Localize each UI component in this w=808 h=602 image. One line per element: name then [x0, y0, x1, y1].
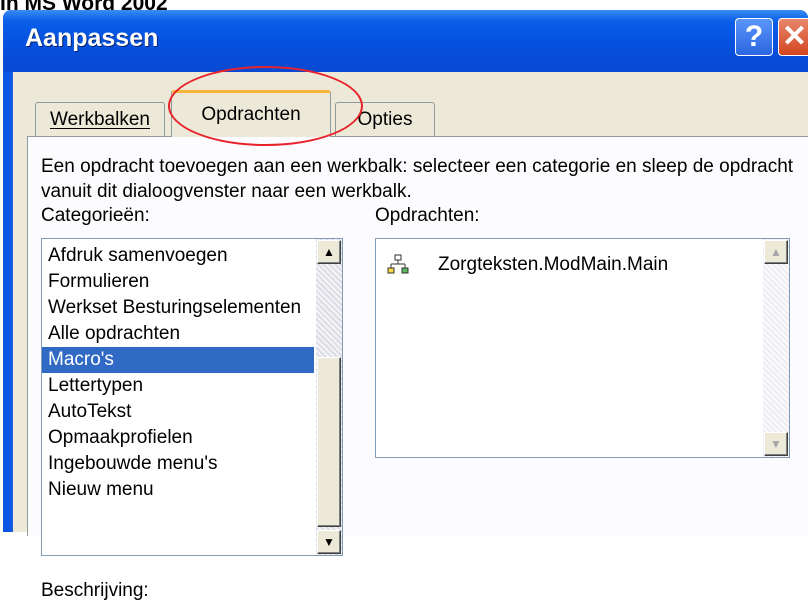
- category-item[interactable]: Nieuw menu: [42, 477, 314, 503]
- category-item[interactable]: Lettertypen: [42, 373, 314, 399]
- arrow-down-icon: ▼: [323, 535, 335, 549]
- command-label: Zorgteksten.ModMain.Main: [438, 254, 669, 275]
- customize-dialog: Aanpassen ? ✕ Werkbalken Opdrachten Opti…: [3, 10, 808, 601]
- categories-label: Categorieën:: [41, 205, 150, 226]
- scroll-up-button[interactable]: ▲: [317, 240, 341, 264]
- scroll-up-button-disabled: ▲: [764, 240, 788, 264]
- arrow-down-icon: ▼: [770, 437, 782, 451]
- dialog-client-area: Werkbalken Opdrachten Opties Een opdrach…: [11, 66, 808, 601]
- close-icon: ✕: [781, 20, 808, 53]
- tab-werkbalken[interactable]: Werkbalken: [35, 102, 165, 136]
- categories-scrollbar[interactable]: ▲ ▼: [316, 239, 342, 555]
- scroll-down-button-disabled: ▼: [764, 432, 788, 456]
- description-label: Beschrijving:: [41, 580, 149, 601]
- title-bar: Aanpassen ? ✕: [3, 10, 808, 72]
- highlight-ellipse: [168, 66, 363, 146]
- commands-label: Opdrachten:: [375, 205, 480, 226]
- category-item[interactable]: AutoTekst: [42, 399, 314, 425]
- help-button[interactable]: ?: [735, 18, 773, 56]
- category-item[interactable]: Macro's: [42, 347, 314, 373]
- category-item[interactable]: Werkset Besturingselementen: [42, 295, 314, 321]
- commands-scrollbar[interactable]: ▲ ▼: [763, 239, 789, 457]
- macro-icon: [387, 254, 409, 274]
- dialog-title: Aanpassen: [25, 24, 159, 52]
- commands-listbox[interactable]: Zorgteksten.ModMain.Main ▲ ▼: [375, 238, 790, 458]
- category-item[interactable]: Formulieren: [42, 269, 314, 295]
- arrow-up-icon: ▲: [770, 245, 782, 259]
- categories-items: Afdruk samenvoegen Formulieren Werkset Bes…: [42, 243, 314, 503]
- category-item[interactable]: Afdruk samenvoegen: [42, 243, 314, 269]
- category-item[interactable]: Ingebouwde menu's: [42, 451, 314, 477]
- scroll-down-button[interactable]: ▼: [317, 530, 341, 554]
- tab-opties-label: Opties: [357, 108, 413, 130]
- arrow-up-icon: ▲: [323, 245, 335, 259]
- command-item[interactable]: Zorgteksten.ModMain.Main: [384, 247, 759, 283]
- close-button[interactable]: ✕: [778, 18, 808, 56]
- tab-werkbalken-label: Werkbalken: [50, 108, 150, 130]
- categories-listbox[interactable]: Afdruk samenvoegen Formulieren Werkset Bes…: [41, 238, 343, 556]
- scroll-thumb[interactable]: [317, 357, 341, 527]
- category-item[interactable]: Alle opdrachten: [42, 321, 314, 347]
- instructions-text: Een opdracht toevoegen aan een werkbalk:…: [41, 156, 794, 202]
- help-icon: ?: [744, 20, 764, 53]
- category-item[interactable]: Opmaakprofielen: [42, 425, 314, 451]
